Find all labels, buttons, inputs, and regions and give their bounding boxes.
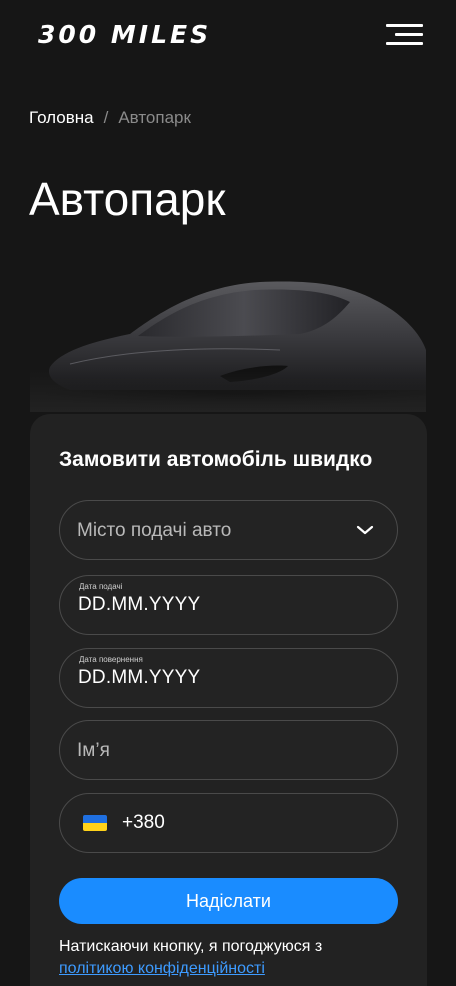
- phone-field[interactable]: +380: [59, 793, 398, 853]
- logo[interactable]: 300 MILES: [38, 20, 211, 49]
- phone-prefix: +380: [122, 812, 165, 833]
- form-title: Замовити автомобіль швидко: [59, 448, 373, 471]
- city-select[interactable]: Місто подачі авто: [59, 500, 398, 560]
- page: 300 MILES Головна / Автопарк Автопарк За…: [0, 0, 456, 986]
- return-date-value: DD.MM.YYYY: [78, 667, 201, 688]
- name-placeholder: Ім’я: [77, 740, 110, 761]
- return-date-field[interactable]: Дата повернення DD.MM.YYYY: [59, 648, 398, 708]
- consent-label: Натискаючи кнопку, я погоджуюся з: [59, 938, 323, 955]
- hamburger-menu-icon[interactable]: [386, 22, 424, 48]
- chevron-down-icon: [356, 525, 374, 535]
- city-select-placeholder: Місто подачі авто: [77, 520, 232, 541]
- pickup-date-label: Дата подачі: [79, 582, 123, 591]
- name-field[interactable]: Ім’я: [59, 720, 398, 780]
- car-image: [30, 272, 440, 412]
- submit-button[interactable]: Надіслати: [59, 878, 398, 924]
- breadcrumb-current: Автопарк: [118, 108, 191, 127]
- page-title: Автопарк: [29, 173, 226, 225]
- return-date-label: Дата повернення: [79, 655, 143, 664]
- consent-text: Натискаючи кнопку, я погоджуюся з політи…: [59, 936, 399, 980]
- privacy-policy-link[interactable]: політикою конфіденційності: [59, 960, 265, 977]
- breadcrumb-home-link[interactable]: Головна: [29, 108, 94, 128]
- quick-order-form: Замовити автомобіль швидко Місто подачі …: [30, 414, 427, 986]
- breadcrumb-separator: /: [103, 108, 109, 127]
- pickup-date-value: DD.MM.YYYY: [78, 594, 201, 615]
- ukraine-flag-icon[interactable]: [83, 815, 107, 831]
- breadcrumb: Головна / Автопарк: [29, 108, 191, 128]
- header: 300 MILES: [0, 0, 456, 72]
- pickup-date-field[interactable]: Дата подачі DD.MM.YYYY: [59, 575, 398, 635]
